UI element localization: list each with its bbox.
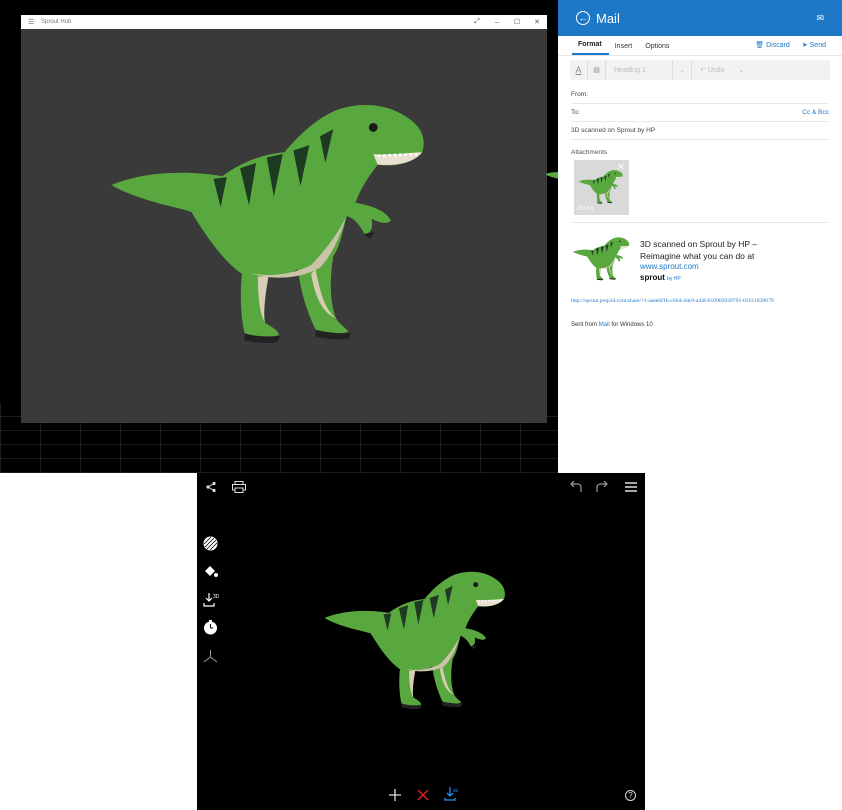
attachment-thumbnail[interactable]: ✕ 293 KB bbox=[574, 160, 629, 215]
hub-titlebar: ☰ Sprout Hub ⤢ – ☐ ✕ bbox=[21, 15, 547, 29]
texture-icon[interactable] bbox=[203, 536, 218, 551]
discard-button[interactable]: 🗑 Discard bbox=[755, 41, 790, 49]
font-color-button[interactable]: A bbox=[570, 60, 588, 80]
sprout-hub-window: ☰ Sprout Hub ⤢ – ☐ ✕ bbox=[21, 15, 547, 423]
from-label: From: bbox=[571, 91, 588, 98]
back-arrow-icon[interactable]: ← bbox=[576, 11, 590, 25]
envelope-icon[interactable]: ✉ bbox=[816, 13, 824, 24]
attachments-label: Attachments bbox=[571, 149, 608, 156]
mail-header: ← Mail ✉ bbox=[558, 0, 842, 36]
to-label: To: bbox=[571, 109, 580, 116]
axes-icon[interactable] bbox=[203, 649, 218, 663]
sprout-hub-stage: ☰ Sprout Hub ⤢ – ☐ ✕ bbox=[0, 0, 558, 473]
close-button[interactable]: ✕ bbox=[527, 18, 547, 26]
3d-viewer: 3D 3D ? bbox=[197, 473, 645, 810]
preview-url[interactable]: www.sprout.com bbox=[640, 262, 699, 271]
save-3d-icon[interactable]: 3D bbox=[444, 787, 458, 801]
undo-label: Undo bbox=[707, 67, 725, 74]
fullscreen-icon[interactable]: ⤢ bbox=[467, 18, 487, 26]
tab-format[interactable]: Format bbox=[572, 41, 609, 55]
heading-style-select[interactable]: Heading 1 bbox=[606, 67, 672, 74]
timer-icon[interactable] bbox=[203, 620, 218, 635]
paint-bucket-icon[interactable] bbox=[203, 564, 219, 579]
format-toolbar: A ▤ Heading 1 ⌄ ↶ Undo ⌄ bbox=[570, 60, 830, 80]
preview-title: 3D scanned on Sprout by HP – Reimagine w… bbox=[640, 239, 758, 261]
undo-button[interactable]: ↶ Undo bbox=[692, 66, 725, 74]
svg-text:3D: 3D bbox=[453, 788, 458, 793]
maximize-button[interactable]: ☐ bbox=[507, 18, 527, 26]
tab-insert[interactable]: Insert bbox=[609, 43, 640, 55]
hamburger-icon[interactable]: ☰ bbox=[21, 18, 41, 26]
chevron-down-icon[interactable]: ⌄ bbox=[739, 66, 745, 74]
background-dinosaur-edge bbox=[546, 150, 558, 212]
help-button[interactable]: ? bbox=[625, 790, 636, 801]
add-icon[interactable] bbox=[389, 789, 401, 801]
discard-label: Discard bbox=[766, 42, 790, 49]
share-icon[interactable] bbox=[205, 481, 217, 493]
attachment-size: 293 KB bbox=[577, 206, 594, 212]
signature: Sent from Mail for Windows 10 bbox=[571, 322, 653, 328]
mail-app-title: Mail bbox=[596, 10, 620, 26]
subject-text: 3D scanned on Sprout by HP bbox=[571, 127, 656, 134]
paragraph-format-icon[interactable]: ▤ bbox=[588, 60, 606, 80]
menu-icon[interactable] bbox=[625, 481, 637, 493]
preview-image bbox=[572, 236, 636, 282]
mail-compose-panel: ← Mail ✉ Format Insert Options 🗑 Discard… bbox=[558, 0, 842, 473]
print-icon[interactable] bbox=[232, 481, 246, 493]
to-field[interactable]: To: Cc & Bcc bbox=[571, 104, 829, 122]
minimize-button[interactable]: – bbox=[487, 19, 507, 26]
send-button[interactable]: ➤ Send bbox=[802, 41, 826, 49]
ribbon-tabs: Format Insert Options 🗑 Discard ➤ Send bbox=[558, 36, 842, 56]
from-field[interactable]: From: bbox=[571, 86, 829, 104]
redo-icon[interactable] bbox=[595, 481, 609, 493]
trash-icon: 🗑 bbox=[755, 42, 765, 49]
cc-bcc-link[interactable]: Cc & Bcc bbox=[802, 109, 829, 116]
mail-app-link[interactable]: Mail bbox=[599, 322, 610, 328]
link-preview-card[interactable]: 3D scanned on Sprout by HP – Reimagine w… bbox=[572, 236, 832, 286]
sprout-logo: sprout by HP bbox=[640, 273, 681, 282]
subject-field[interactable]: 3D scanned on Sprout by HP bbox=[571, 122, 829, 140]
chevron-down-icon[interactable]: ⌄ bbox=[672, 60, 692, 80]
divider bbox=[571, 222, 829, 223]
dinosaur-model-viewer[interactable] bbox=[322, 561, 527, 721]
send-label: Send bbox=[809, 42, 826, 49]
export-3d-icon[interactable]: 3D bbox=[203, 593, 219, 607]
send-icon: ➤ bbox=[801, 42, 808, 49]
delete-icon[interactable] bbox=[417, 789, 429, 801]
svg-text:3D: 3D bbox=[213, 594, 219, 600]
tab-options[interactable]: Options bbox=[639, 43, 676, 55]
share-link[interactable]: http://sprout.prep3d.com/share/?1-aaee6f… bbox=[571, 298, 774, 304]
dinosaur-model[interactable] bbox=[107, 100, 462, 350]
hub-title: Sprout Hub bbox=[41, 19, 72, 25]
undo-icon: ↶ bbox=[700, 67, 706, 74]
remove-attachment-icon[interactable]: ✕ bbox=[617, 162, 625, 173]
undo-icon[interactable] bbox=[569, 481, 583, 493]
